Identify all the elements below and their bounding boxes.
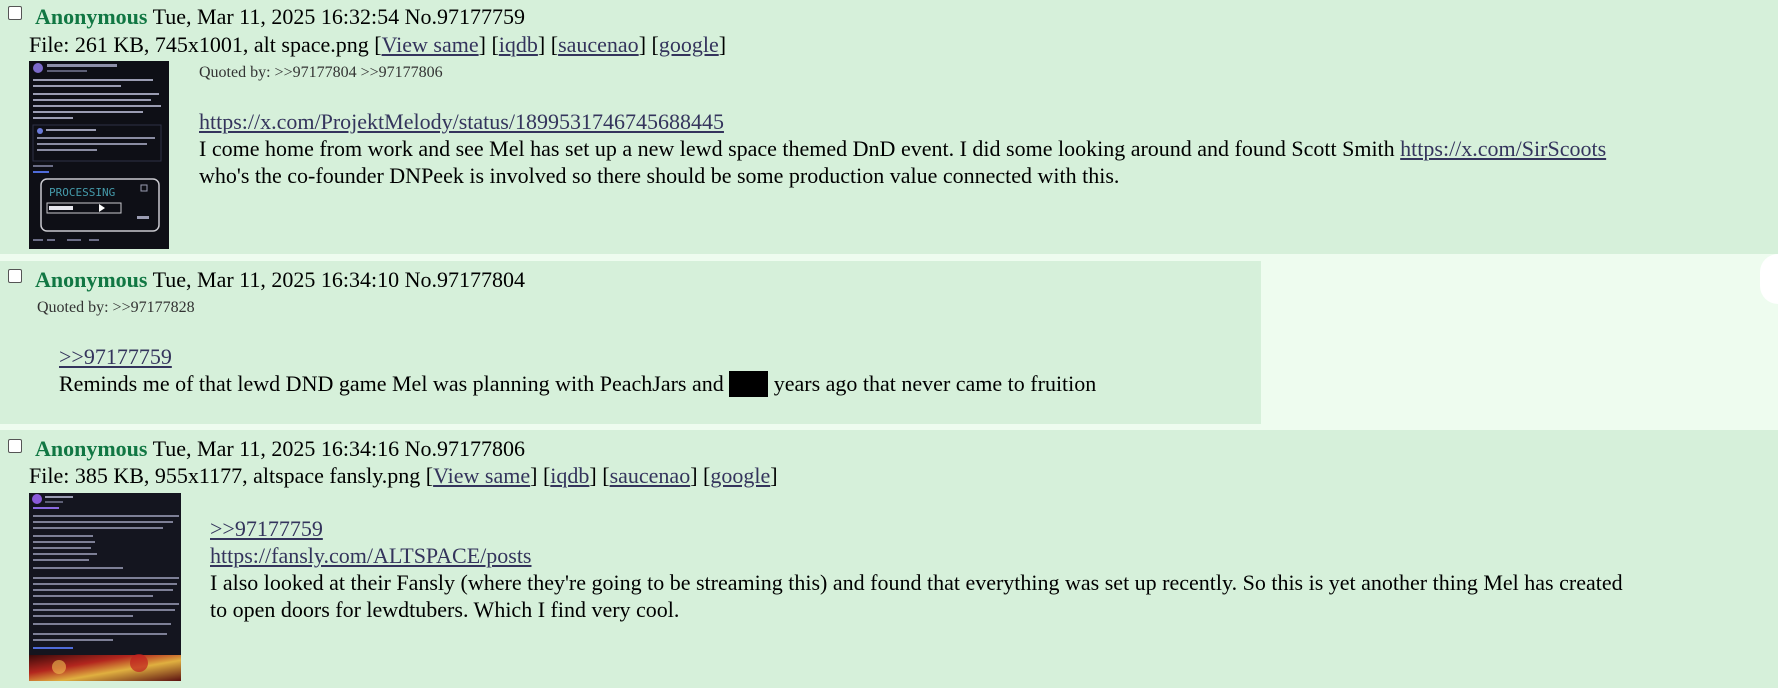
post-message: >>97177759 Reminds me of that lewd DND g…: [59, 343, 1239, 397]
post-header: Anonymous Tue, Mar 11, 2025 16:34:16 No.…: [35, 436, 525, 462]
quote-link[interactable]: >>97177759: [59, 344, 172, 369]
post-select-checkbox[interactable]: [8, 439, 22, 453]
post-number-label[interactable]: No.: [405, 4, 437, 29]
bracket-sep: ]: [770, 463, 778, 488]
post-number[interactable]: No.97177804: [405, 267, 525, 292]
post-97177804: Anonymous Tue, Mar 11, 2025 16:34:10 No.…: [0, 261, 1261, 424]
file-info: File: 385 KB, 955x1177, altspace fansly.…: [29, 463, 778, 489]
post-message: >>97177759 https://fansly.com/ALTSPACE/p…: [210, 515, 1770, 623]
post-select-checkbox[interactable]: [8, 269, 22, 283]
quoted-by: Quoted by: >>97177804 >>97177806: [199, 64, 443, 82]
bracket-sep: ]: [718, 32, 727, 57]
poster-name: Anonymous: [35, 436, 148, 461]
view-same-link[interactable]: View same: [382, 32, 479, 57]
message-text: Reminds me of that lewd DND game Mel was…: [59, 371, 730, 396]
file-info: File: 261 KB, 745x1001, alt space.png [V…: [29, 32, 726, 58]
side-scroll-tab[interactable]: [1760, 254, 1778, 304]
post-number[interactable]: No.97177759: [405, 4, 525, 29]
google-link[interactable]: google: [710, 463, 770, 488]
bracket-sep: ] [: [530, 463, 551, 488]
message-text: who's the co-founder DNPeek is involved …: [199, 163, 1120, 188]
post-datetime: Tue, Mar 11, 2025 16:34:10: [152, 267, 400, 292]
message-text: I also looked at their Fansly (where the…: [210, 570, 1623, 595]
poster-name: Anonymous: [35, 267, 148, 292]
post-number-value[interactable]: 97177804: [437, 267, 525, 292]
backlink[interactable]: >>97177828: [113, 299, 195, 316]
tweet-screenshot-thumbnail: PROCESSING: [29, 61, 169, 249]
quote-link[interactable]: >>97177759: [210, 516, 323, 541]
bracket-sep: ] [: [478, 32, 499, 57]
post-message: https://x.com/ProjektMelody/status/18995…: [199, 108, 1759, 189]
bracket-sep: ] [: [589, 463, 610, 488]
bracket-sep: ] [: [638, 32, 659, 57]
view-same-link[interactable]: View same: [433, 463, 530, 488]
file-info-text: File: 261 KB, 745x1001, alt space.png [: [29, 32, 382, 57]
bracket-sep: ] [: [690, 463, 711, 488]
message-text: years ago that never came to fruition: [768, 371, 1097, 396]
post-97177759: Anonymous Tue, Mar 11, 2025 16:32:54 No.…: [0, 0, 1778, 254]
tweet-link[interactable]: https://x.com/ProjektMelody/status/18995…: [199, 109, 724, 134]
post-number-label[interactable]: No.: [405, 436, 437, 461]
post-number[interactable]: No.97177806: [405, 436, 525, 461]
backlink[interactable]: >>97177806: [361, 64, 443, 81]
file-info-text: File: 385 KB, 955x1177, altspace fansly.…: [29, 463, 434, 488]
fansly-screenshot-thumbnail: [29, 493, 181, 681]
saucenao-link[interactable]: saucenao: [610, 463, 691, 488]
backlink[interactable]: >>97177804: [275, 64, 357, 81]
post-header: Anonymous Tue, Mar 11, 2025 16:32:54 No.…: [35, 4, 525, 30]
post-thumbnail-image[interactable]: PROCESSING: [29, 61, 169, 249]
post-number-value[interactable]: 97177806: [437, 436, 525, 461]
quoted-by-label: Quoted by:: [37, 299, 113, 316]
fansly-link[interactable]: https://fansly.com/ALTSPACE/posts: [210, 543, 532, 568]
message-text: I come home from work and see Mel has se…: [199, 136, 1401, 161]
quoted-by-label: Quoted by:: [199, 64, 275, 81]
post-number-label[interactable]: No.: [405, 267, 437, 292]
thumb-processing-text: PROCESSING: [49, 186, 115, 199]
profile-link[interactable]: https://x.com/SirScoots: [1400, 136, 1606, 161]
bracket-sep: ] [: [537, 32, 559, 57]
quoted-by: Quoted by: >>97177828: [37, 299, 195, 317]
google-link[interactable]: google: [659, 32, 719, 57]
poster-name: Anonymous: [35, 4, 148, 29]
post-header: Anonymous Tue, Mar 11, 2025 16:34:10 No.…: [35, 267, 525, 293]
post-number-value[interactable]: 97177759: [437, 4, 525, 29]
message-text: to open doors for lewdtubers. Which I fi…: [210, 597, 680, 622]
post-97177806: Anonymous Tue, Mar 11, 2025 16:34:16 No.…: [0, 430, 1778, 688]
spoiler-redaction[interactable]: [729, 371, 769, 397]
iqdb-link[interactable]: iqdb: [499, 32, 538, 57]
saucenao-link[interactable]: saucenao: [558, 32, 639, 57]
post-datetime: Tue, Mar 11, 2025 16:34:16: [152, 436, 400, 461]
post-thumbnail-image[interactable]: [29, 493, 181, 681]
post-select-checkbox[interactable]: [8, 6, 22, 20]
iqdb-link[interactable]: iqdb: [550, 463, 589, 488]
post-datetime: Tue, Mar 11, 2025 16:32:54: [152, 4, 400, 29]
